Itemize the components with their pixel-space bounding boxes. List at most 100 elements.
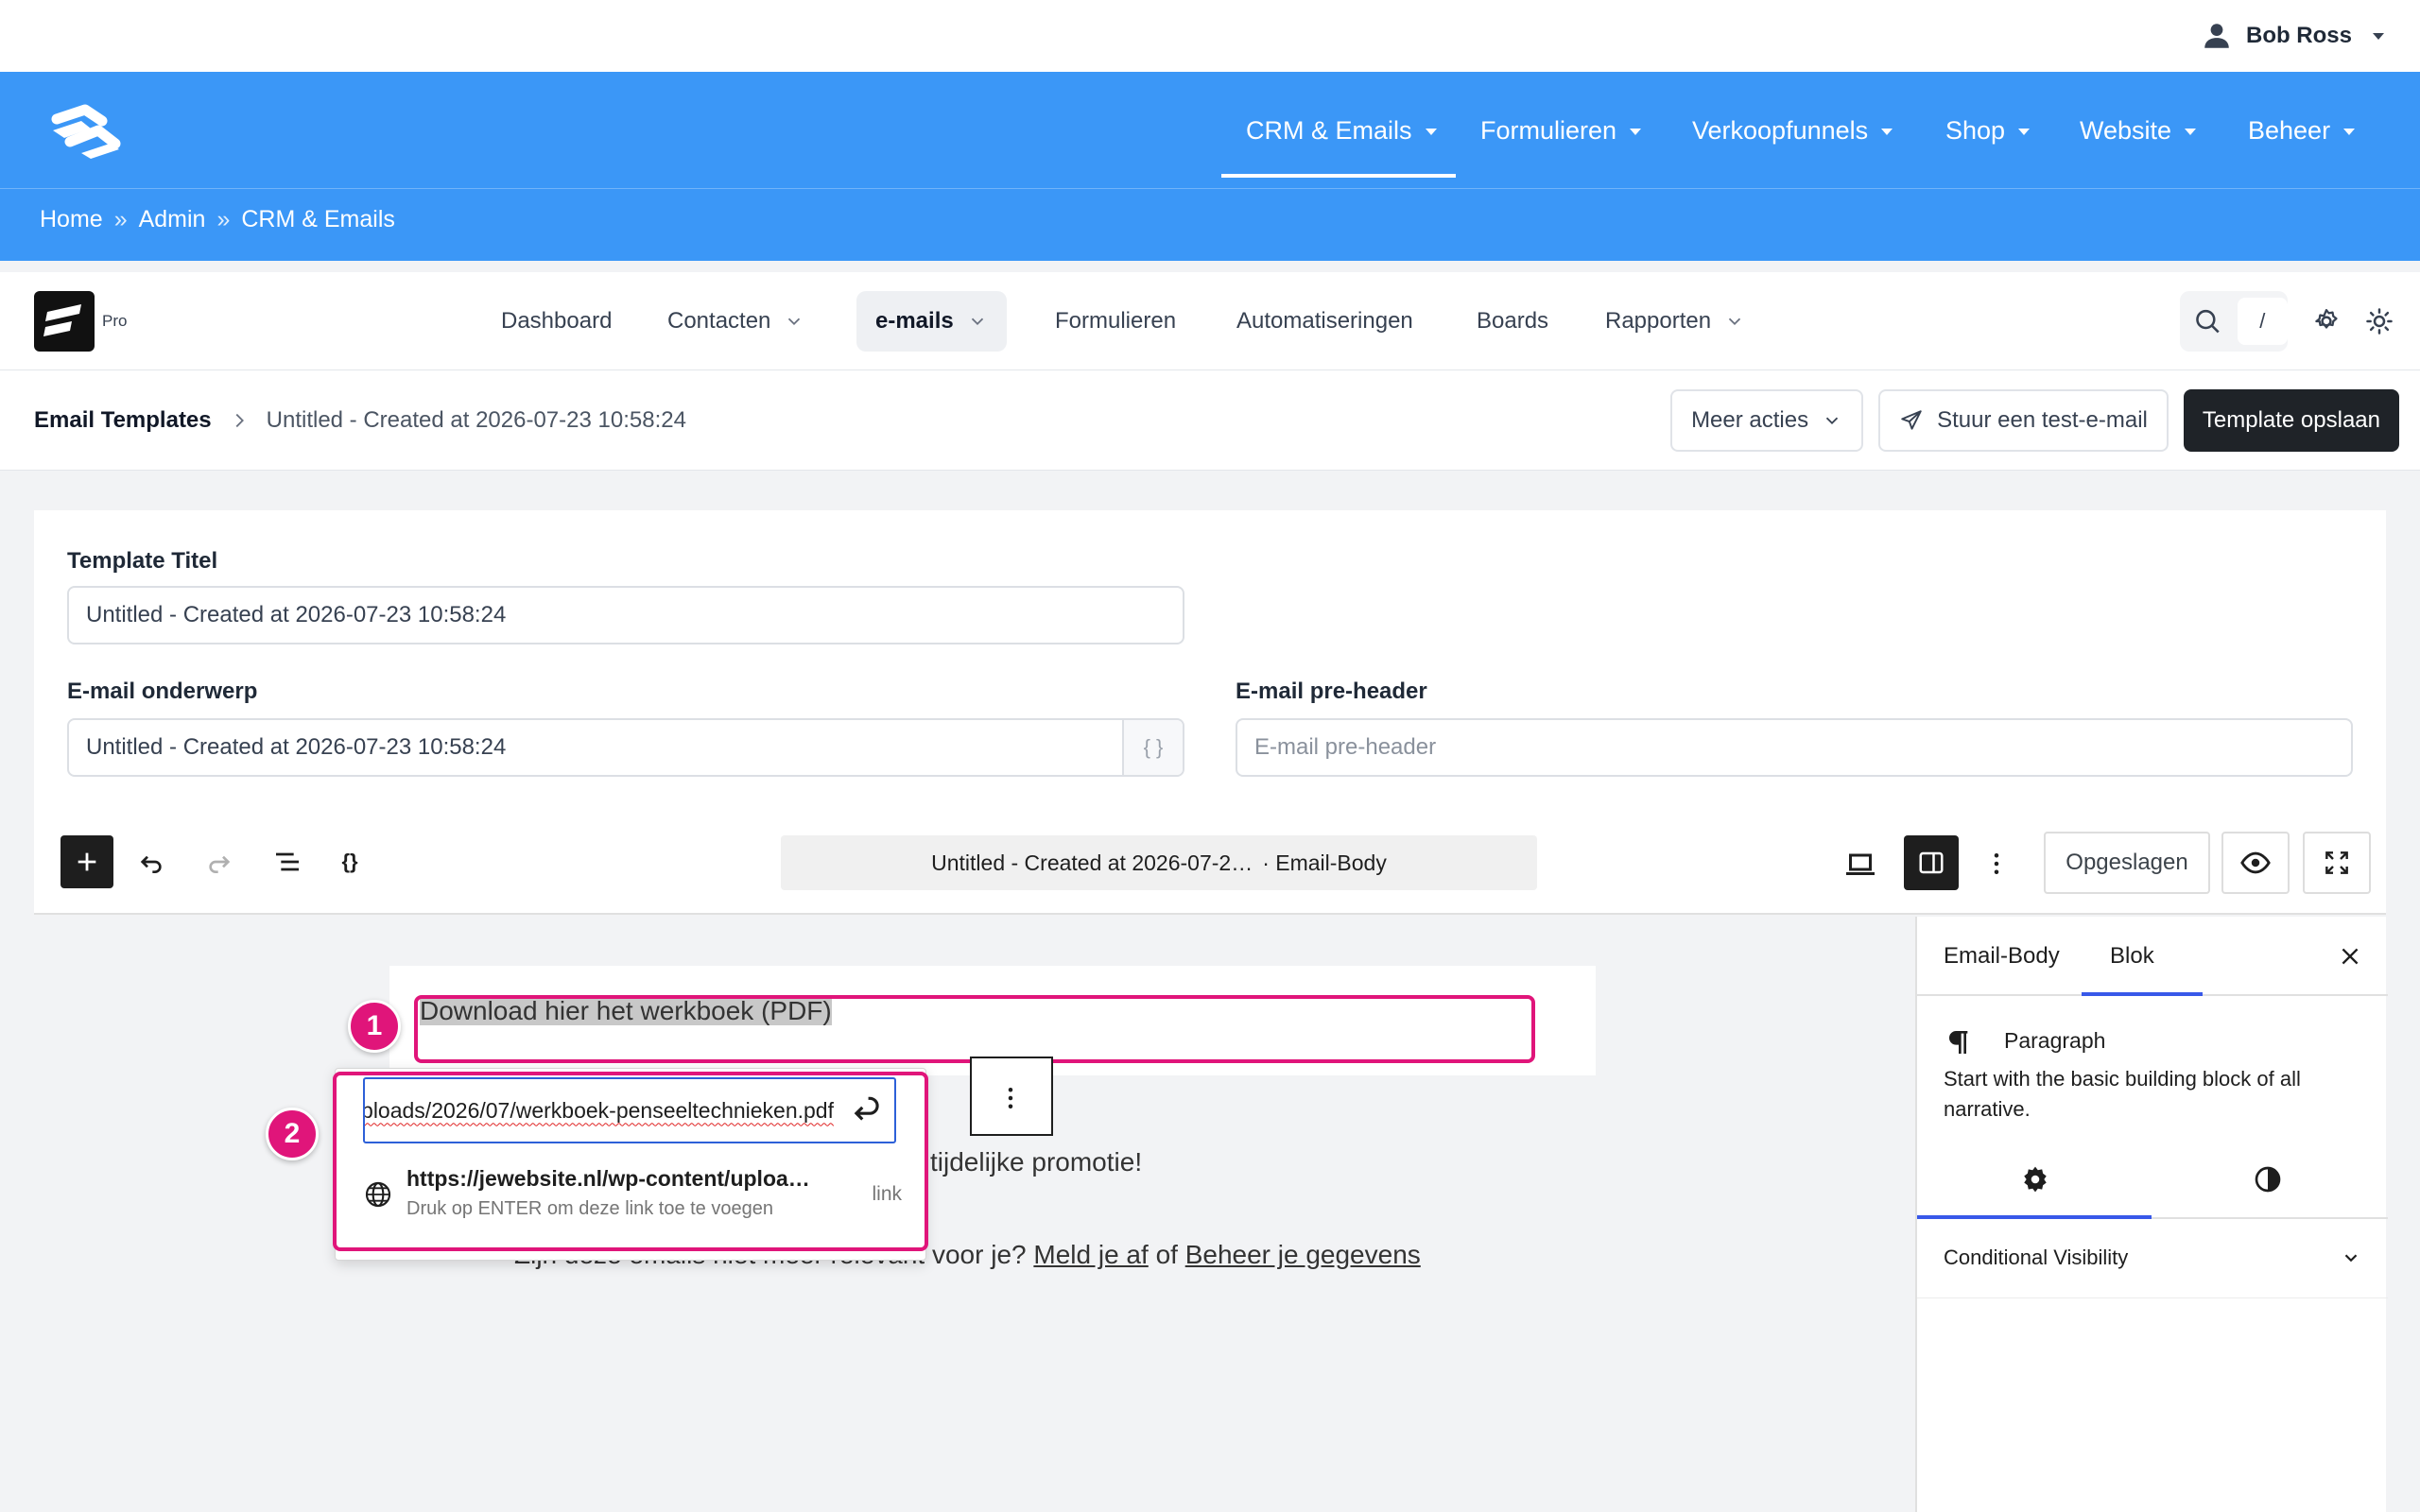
fc-nav-label: Boards xyxy=(1477,308,1549,334)
document-type: · Email-Body xyxy=(1262,850,1387,875)
undo-icon xyxy=(140,855,162,873)
saved-button[interactable]: Opgeslagen xyxy=(2044,832,2210,894)
fluentcrm-logo[interactable] xyxy=(34,291,95,352)
page-actions: Meer acties Stuur een test-e-mail Templa… xyxy=(1670,389,2399,452)
nav-label: Verkoopfunnels xyxy=(1692,115,1869,145)
nav-beheer[interactable]: Beheer xyxy=(2248,72,2356,189)
fullscreen-button[interactable] xyxy=(2303,832,2371,894)
block-toolbar xyxy=(970,1057,1053,1136)
unsubscribe-link[interactable]: Meld je af xyxy=(1033,1240,1148,1269)
sun-icon[interactable] xyxy=(2365,307,2394,335)
conditional-visibility-panel[interactable]: Conditional Visibility xyxy=(1917,1219,2388,1298)
template-breadcrumb: Email Templates Untitled - Created at 20… xyxy=(34,370,686,471)
page-header: Email Templates Untitled - Created at 20… xyxy=(0,370,2420,471)
panel-title: Conditional Visibility xyxy=(1944,1246,2129,1269)
fc-nav-contacten[interactable]: Contacten xyxy=(648,291,823,352)
fc-nav-rapporten[interactable]: Rapporten xyxy=(1586,291,1764,352)
button-label: Meer acties xyxy=(1691,407,1809,433)
fc-nav-label: Rapporten xyxy=(1605,308,1712,334)
nav-active-indicator xyxy=(1221,174,1456,178)
fc-nav-formulieren[interactable]: Formulieren xyxy=(1036,291,1195,352)
document-title-bar[interactable]: Untitled - Created at 2026-07-2… · Email… xyxy=(781,835,1537,890)
redo-button[interactable] xyxy=(199,841,240,883)
chevron-down-icon xyxy=(971,318,983,326)
chevron-down-icon xyxy=(1728,318,1741,326)
template-title-input[interactable]: Untitled - Created at 2026-07-23 10:58:2… xyxy=(67,586,1184,644)
fullscreen-icon xyxy=(2325,851,2348,874)
annotation-highlight-2 xyxy=(333,1072,928,1251)
annotation-badge-2: 2 xyxy=(266,1108,319,1160)
save-template-button[interactable]: Template opslaan xyxy=(2183,389,2399,452)
contrast-icon xyxy=(2255,1166,2281,1193)
breadcrumb-admin[interactable]: Admin xyxy=(139,206,206,233)
close-sidebar-button[interactable] xyxy=(2331,937,2369,975)
settings-sidebar-toggle[interactable] xyxy=(1904,835,1959,890)
preview-button[interactable] xyxy=(2221,832,2290,894)
nav-label: Formulieren xyxy=(1480,115,1617,145)
breadcrumb-current: Untitled - Created at 2026-07-23 10:58:2… xyxy=(266,407,686,433)
document-overview-button[interactable] xyxy=(267,841,308,883)
fc-nav-label: e-mails xyxy=(875,308,954,334)
breadcrumb-home[interactable]: Home xyxy=(40,206,103,233)
fc-nav-automatiseringen[interactable]: Automatiseringen xyxy=(1218,291,1432,352)
tab-blok[interactable]: Blok xyxy=(2110,917,2154,996)
gear-icon[interactable] xyxy=(2312,307,2341,335)
document-title: Untitled - Created at 2026-07-2… xyxy=(931,850,1253,875)
fc-nav-boards[interactable]: Boards xyxy=(1458,291,1567,352)
annotation-highlight-1 xyxy=(414,995,1535,1063)
user-menu[interactable]: Bob Ross xyxy=(2201,17,2384,55)
nav-formulieren[interactable]: Formulieren xyxy=(1480,72,1642,189)
merge-tag-button[interactable]: { } xyxy=(1122,720,1183,775)
close-icon xyxy=(2342,948,2359,965)
chevron-down-icon xyxy=(1825,417,1839,425)
template-title-label: Template Titel xyxy=(67,548,218,574)
block-name: Paragraph xyxy=(2004,1028,2106,1053)
user-icon xyxy=(2204,24,2229,48)
code-braces-icon[interactable]: {} xyxy=(329,841,371,883)
more-actions-button[interactable]: Meer acties xyxy=(1670,389,1864,452)
breadcrumb-email-templates[interactable]: Email Templates xyxy=(34,407,212,434)
nav-shop[interactable]: Shop xyxy=(1945,72,2031,189)
manage-preferences-link[interactable]: Beheer je gegevens xyxy=(1185,1240,1421,1269)
caret-down-icon xyxy=(2373,32,2384,40)
fc-nav-emails[interactable]: e-mails xyxy=(856,291,1007,352)
nav-crm-emails[interactable]: CRM & Emails xyxy=(1246,72,1437,189)
styles-tab[interactable] xyxy=(2235,1159,2301,1200)
preheader-input[interactable]: E-mail pre-header xyxy=(1236,718,2353,777)
global-search[interactable]: / xyxy=(2180,291,2288,352)
search-shortcut: / xyxy=(2237,298,2288,345)
button-label: Template opslaan xyxy=(2202,407,2380,433)
settings-tab[interactable] xyxy=(2002,1159,2068,1200)
subject-input[interactable]: Untitled - Created at 2026-07-23 10:58:2… xyxy=(67,718,1184,777)
send-icon xyxy=(1901,410,1922,430)
nav-label: CRM & Emails xyxy=(1246,115,1412,145)
fc-nav-label: Formulieren xyxy=(1055,308,1177,334)
nav-label: Shop xyxy=(1945,115,2006,145)
subject-label: E-mail onderwerp xyxy=(67,679,258,704)
chevron-right-icon xyxy=(235,413,244,428)
add-block-button[interactable] xyxy=(60,835,113,888)
preheader-label: E-mail pre-header xyxy=(1236,679,1427,704)
gear-icon xyxy=(2024,1166,2047,1193)
caret-down-icon xyxy=(2185,129,2197,135)
laptop-icon xyxy=(1846,853,1875,875)
nav-website[interactable]: Website xyxy=(2080,72,2197,189)
block-card: Paragraph Start with the basic building … xyxy=(1917,996,2388,1136)
fc-nav-dashboard[interactable]: Dashboard xyxy=(482,291,631,352)
options-button[interactable] xyxy=(1976,841,2017,886)
caret-down-icon xyxy=(1425,129,1437,135)
undo-button[interactable] xyxy=(130,841,172,883)
nav-label: Website xyxy=(2080,115,2172,145)
tab-email-body[interactable]: Email-Body xyxy=(1944,917,2060,996)
promo-text[interactable]: tijdelijke promotie! xyxy=(930,1147,1142,1177)
chevron-down-icon xyxy=(788,318,801,326)
more-vertical-icon xyxy=(1994,853,1999,874)
main-nav: CRM & Emails Formulieren Verkoopfunnels … xyxy=(0,72,2420,189)
send-test-email-button[interactable]: Stuur een test-e-mail xyxy=(1878,389,2169,452)
desktop-preview-button[interactable] xyxy=(1838,841,1883,886)
caret-down-icon xyxy=(2343,129,2356,135)
paragraph-icon xyxy=(1949,1031,1968,1054)
block-options-button[interactable] xyxy=(979,1075,1042,1121)
more-vertical-icon xyxy=(1008,1088,1013,1108)
nav-verkoopfunnels[interactable]: Verkoopfunnels xyxy=(1692,72,1893,189)
